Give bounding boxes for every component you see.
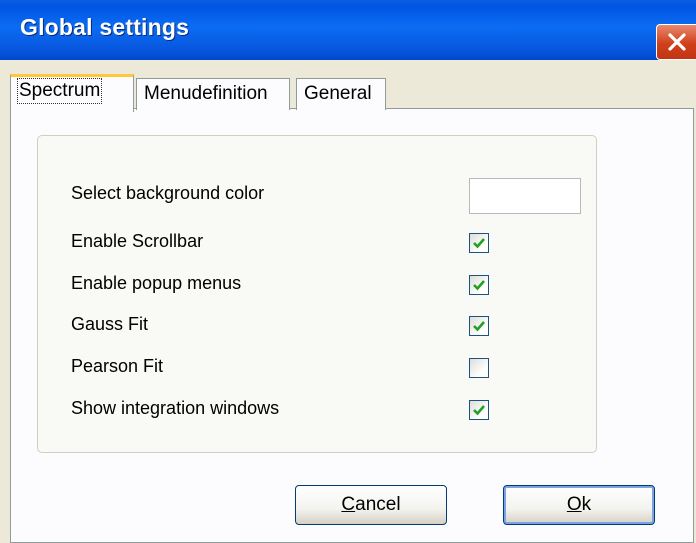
gauss-fit-checkbox[interactable] <box>469 316 489 336</box>
tab-menudefinition[interactable]: Menudefinition <box>136 78 290 110</box>
ok-label: k <box>581 494 592 515</box>
ok-button[interactable]: Ok <box>503 485 655 525</box>
pearson-fit-label: Pearson Fit <box>71 356 164 376</box>
tab-label: Menudefinition <box>144 83 268 104</box>
background-color-swatch[interactable] <box>469 178 581 214</box>
tab-label: Spectrum <box>16 78 103 104</box>
ok-mnemonic: O <box>566 494 582 515</box>
tab-general[interactable]: General <box>296 78 386 110</box>
gauss-fit-label: Gauss Fit <box>71 314 149 334</box>
checkmark-icon <box>473 405 485 416</box>
enable-scrollbar-checkbox[interactable] <box>469 233 489 253</box>
close-icon <box>668 33 686 51</box>
show-integration-windows-checkbox[interactable] <box>469 400 489 420</box>
enable-popup-menus-label: Enable popup menus <box>71 273 242 293</box>
pearson-fit-checkbox[interactable] <box>469 358 489 378</box>
cancel-mnemonic: C <box>341 494 356 515</box>
show-integration-windows-label: Show integration windows <box>71 398 280 418</box>
close-button[interactable] <box>656 24 696 60</box>
tab-label: General <box>304 83 372 104</box>
tab-spectrum[interactable]: Spectrum <box>10 74 134 112</box>
cancel-button[interactable]: Cancel <box>295 485 447 525</box>
enable-scrollbar-label: Enable Scrollbar <box>71 231 204 251</box>
background-color-label: Select background color <box>71 183 265 203</box>
checkmark-icon <box>473 280 485 291</box>
enable-popup-menus-checkbox[interactable] <box>469 275 489 295</box>
checkmark-icon <box>473 321 485 332</box>
window-title: Global settings <box>20 14 190 40</box>
global-settings-dialog: Global settings Spectrum Menudefinition … <box>0 0 696 543</box>
title-bar[interactable]: Global settings <box>0 0 696 60</box>
checkmark-icon <box>473 238 485 249</box>
cancel-label: ancel <box>355 494 401 515</box>
